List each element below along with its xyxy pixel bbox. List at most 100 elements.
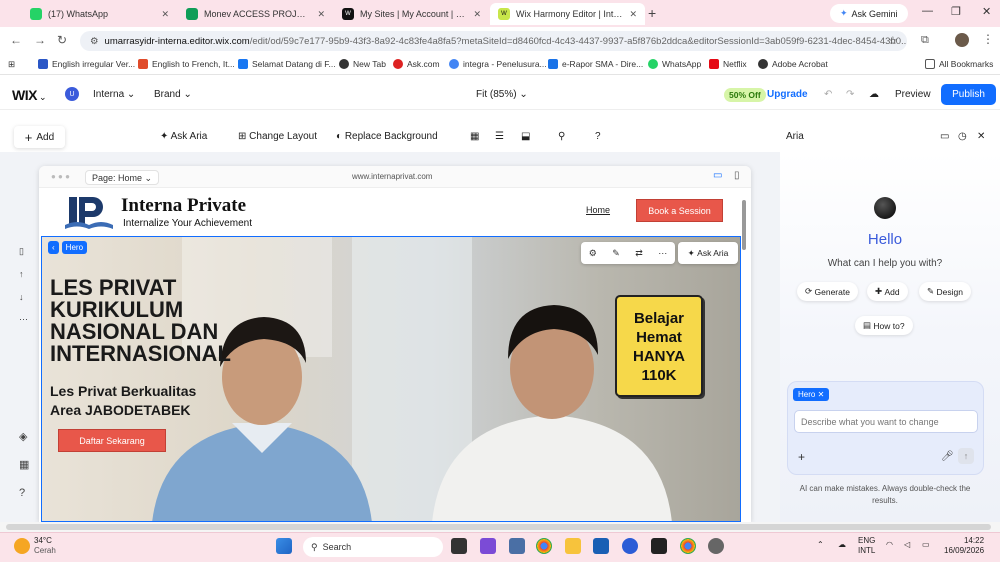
all-bookmarks-button[interactable]: All Bookmarks bbox=[925, 59, 993, 69]
settings-icon[interactable]: ⚲ bbox=[558, 131, 565, 142]
site-switcher[interactable]: Interna ⌄ bbox=[93, 89, 135, 100]
register-now-button[interactable]: Daftar Sekarang bbox=[58, 429, 166, 452]
change-layout-button[interactable]: ⊞ Change Layout bbox=[238, 131, 317, 142]
bookmark-item[interactable]: English to French, It... bbox=[138, 59, 235, 69]
wix-logo-menu[interactable]: WIX ⌄ bbox=[12, 87, 47, 103]
tab-monev[interactable]: Monev ACCESS PROJECT 2026 - ✕ bbox=[178, 3, 333, 25]
tab-whatsapp[interactable]: (17) WhatsApp ✕ bbox=[22, 3, 177, 25]
bookmark-item[interactable]: integra - Penelusura... bbox=[449, 59, 547, 69]
replace-background-button[interactable]: ◐ Replace Background bbox=[336, 131, 438, 142]
move-up-icon[interactable]: ↑ bbox=[19, 269, 24, 279]
book-session-button[interactable]: Book a Session bbox=[636, 199, 723, 222]
zoom-app-icon[interactable] bbox=[622, 538, 638, 554]
profile-avatar[interactable] bbox=[955, 33, 969, 47]
wifi-icon[interactable]: ◠ bbox=[886, 540, 893, 550]
mobile-view-icon[interactable]: ▯ bbox=[734, 170, 740, 181]
microphone-icon[interactable]: 🎤︎ bbox=[941, 451, 954, 462]
how-to-chip[interactable]: ▤ How to? bbox=[855, 316, 913, 335]
align-icon[interactable]: ☰ bbox=[495, 131, 504, 142]
close-icon[interactable]: ✕ bbox=[473, 9, 481, 20]
preview-scrollbar[interactable] bbox=[742, 200, 746, 250]
cloud-icon[interactable]: ☁ bbox=[838, 540, 846, 550]
reload-icon[interactable]: ↻ bbox=[57, 33, 67, 47]
design-chip[interactable]: ✎ Design bbox=[919, 282, 971, 301]
back-icon[interactable]: ‹ bbox=[48, 241, 59, 254]
site-header[interactable]: Interna Private Internalize Your Achieve… bbox=[41, 190, 741, 236]
section-icon[interactable]: ⬓ bbox=[521, 131, 530, 142]
menu-icon[interactable]: ⋮ bbox=[982, 32, 994, 46]
language-indicator[interactable]: ENG INTL bbox=[858, 536, 875, 556]
volume-icon[interactable]: ◁ bbox=[904, 540, 910, 550]
prompt-input[interactable] bbox=[794, 410, 978, 433]
file-explorer-icon[interactable] bbox=[565, 538, 581, 554]
horizontal-scrollbar-thumb[interactable] bbox=[6, 524, 991, 530]
tab-wix-editor[interactable]: W Wix Harmony Editor | Interna ✕ bbox=[490, 3, 645, 25]
zoom-dropdown[interactable]: Fit (85%) ⌄ bbox=[476, 89, 528, 100]
pages-icon[interactable]: ▯ bbox=[19, 246, 24, 257]
generate-chip[interactable]: ⟳ Generate bbox=[797, 282, 858, 301]
tab-my-sites[interactable]: W My Sites | My Account | Wix.com ✕ bbox=[334, 3, 489, 25]
window-close-icon[interactable]: ✕ bbox=[982, 5, 991, 18]
attach-plus-icon[interactable]: + bbox=[798, 450, 805, 464]
redo-icon[interactable]: ↷ bbox=[846, 89, 854, 100]
page-selector[interactable]: Page: Home ⌄ bbox=[85, 170, 160, 185]
add-chip[interactable]: ✚ Add bbox=[867, 282, 908, 301]
chrome-profile-icon[interactable] bbox=[680, 538, 696, 554]
history-icon[interactable]: ◷ bbox=[958, 131, 967, 142]
close-icon[interactable]: ✕ bbox=[629, 9, 637, 20]
ask-gemini-button[interactable]: ✦ Ask Gemini bbox=[830, 4, 908, 23]
apps-icon[interactable]: ⊞ bbox=[8, 59, 15, 70]
brand-menu[interactable]: Brand ⌄ bbox=[154, 89, 192, 100]
capcut-icon[interactable] bbox=[651, 538, 667, 554]
add-button[interactable]: + Add bbox=[14, 126, 65, 148]
panel-close-icon[interactable]: ✕ bbox=[977, 131, 985, 142]
snipping-tool-icon[interactable] bbox=[480, 538, 496, 554]
bookmark-item[interactable]: WhatsApp bbox=[648, 59, 701, 69]
camera-icon[interactable] bbox=[509, 538, 525, 554]
bookmark-item[interactable]: e-Rapor SMA - Dire... bbox=[548, 59, 643, 69]
close-icon[interactable]: ✕ bbox=[161, 9, 169, 20]
weather-icon[interactable] bbox=[14, 538, 30, 554]
section-ask-aria-button[interactable]: ✦ Ask Aria bbox=[678, 242, 738, 264]
extensions-icon[interactable]: ⧉ bbox=[921, 34, 929, 47]
settings-icon[interactable]: ⚙ bbox=[589, 248, 597, 259]
publish-button[interactable]: Publish bbox=[941, 84, 996, 105]
bookmark-item[interactable]: English irregular Ver... bbox=[38, 59, 135, 69]
clock[interactable]: 14:22 16/09/2026 bbox=[944, 536, 984, 556]
send-icon[interactable]: ↑ bbox=[958, 448, 974, 464]
ask-aria-button[interactable]: ✦ Ask Aria bbox=[160, 131, 207, 142]
bookmark-item[interactable]: Ask.com bbox=[393, 59, 440, 69]
taskbar-search[interactable]: ⚲ Search bbox=[303, 537, 443, 557]
task-view-icon[interactable] bbox=[451, 538, 467, 554]
maximize-icon[interactable]: ❐ bbox=[951, 5, 961, 18]
layers-icon[interactable]: ◈ bbox=[19, 430, 27, 443]
minimize-icon[interactable]: — bbox=[922, 5, 933, 17]
bookmark-item[interactable]: Selamat Datang di F... bbox=[238, 59, 336, 69]
bookmark-star-icon[interactable]: ☆ bbox=[888, 34, 898, 47]
address-bar[interactable]: ⚙ umarrasyidr-interna.editor.wix.com/edi… bbox=[80, 31, 907, 51]
chrome-icon[interactable] bbox=[536, 538, 552, 554]
help-icon[interactable]: ? bbox=[595, 131, 601, 142]
cloud-save-icon[interactable]: ☁ bbox=[869, 89, 879, 100]
desktop-view-icon[interactable]: ▭ bbox=[713, 170, 722, 181]
settings-app-icon[interactable] bbox=[708, 538, 724, 554]
bookmark-item[interactable]: New Tab bbox=[339, 59, 386, 69]
hero-section[interactable]: LES PRIVAT KURIKULUM NASIONAL DAN INTERN… bbox=[41, 236, 741, 522]
bookmark-item[interactable]: Adobe Acrobat bbox=[758, 59, 828, 69]
apps-grid-icon[interactable]: ▦ bbox=[19, 458, 29, 471]
windows-start-icon[interactable] bbox=[276, 538, 292, 554]
weather-widget[interactable]: 34°C Cerah bbox=[34, 536, 56, 556]
new-tab-button[interactable]: + bbox=[648, 5, 656, 21]
help-icon[interactable]: ? bbox=[19, 487, 25, 499]
forward-icon[interactable]: → bbox=[34, 33, 46, 47]
preview-button[interactable]: Preview bbox=[895, 89, 931, 100]
swap-icon[interactable]: ⇄ bbox=[635, 248, 643, 259]
nav-home-link[interactable]: Home bbox=[586, 205, 610, 215]
more-icon[interactable]: ⋯ bbox=[658, 248, 667, 259]
outlook-icon[interactable] bbox=[593, 538, 609, 554]
move-down-icon[interactable]: ↓ bbox=[19, 292, 24, 302]
section-tag[interactable]: ‹ Hero bbox=[48, 241, 88, 254]
upgrade-link[interactable]: Upgrade bbox=[767, 89, 808, 100]
battery-icon[interactable]: ▭ bbox=[922, 540, 930, 550]
back-icon[interactable]: ← bbox=[10, 33, 22, 47]
